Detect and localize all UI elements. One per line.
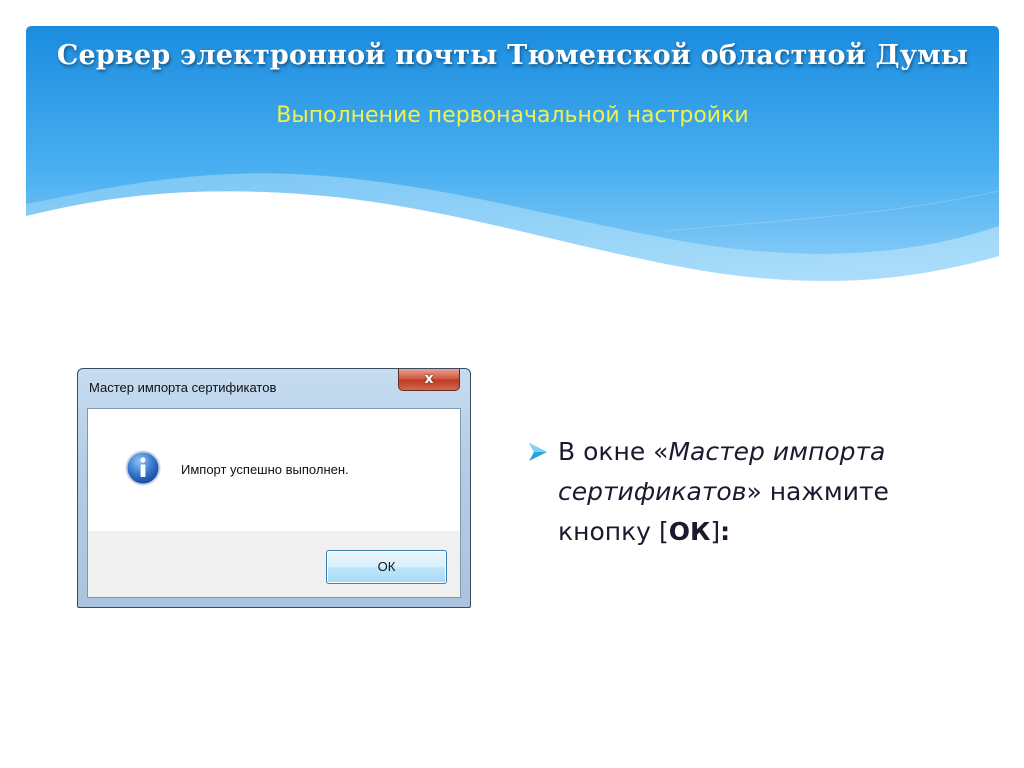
info-icon [125, 450, 161, 486]
instruction-suffix: : [720, 517, 731, 546]
close-icon: x [424, 371, 434, 387]
button-area: ОК [88, 531, 460, 597]
dialog-title: Мастер импорта сертификатов [89, 380, 277, 395]
slide-subtitle: Выполнение первоначальной настройки [276, 103, 749, 128]
instruction-bracket-open: [ [658, 517, 669, 546]
message-text: Импорт успешно выполнен. [181, 462, 349, 477]
instruction-text: В окне «Мастер импорта сертификатов» наж… [558, 432, 968, 552]
instruction-button-name: ОК [668, 517, 711, 546]
close-button[interactable]: x [398, 369, 460, 391]
header-banner: Сервер электронной почты Тюменской облас… [26, 26, 999, 286]
message-area: Импорт успешно выполнен. [88, 409, 460, 531]
dialog-titlebar[interactable]: Мастер импорта сертификатов x [78, 369, 470, 405]
slide: Сервер электронной почты Тюменской облас… [0, 0, 1024, 768]
instruction-bracket-close: ] [710, 517, 721, 546]
arrow-bullet-icon [529, 443, 547, 461]
slide-title: Сервер электронной почты Тюменской облас… [56, 40, 969, 71]
dialog-body: Импорт успешно выполнен. ОК [87, 408, 461, 598]
certificate-import-dialog: Мастер импорта сертификатов x Импорт усп… [77, 368, 471, 608]
instruction-prefix: В окне « [558, 437, 669, 466]
ok-button[interactable]: ОК [326, 550, 447, 584]
